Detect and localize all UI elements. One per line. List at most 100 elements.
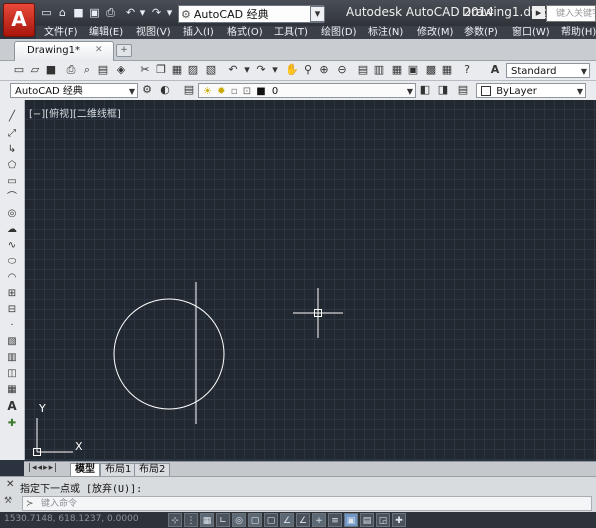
gradient-icon[interactable]: ▥ [5,351,19,364]
zoom-previous-icon[interactable]: ⊖ [335,63,349,77]
polar-tracking-icon[interactable]: ◎ [232,513,246,527]
snap-mode-icon[interactable]: ⋮ [184,513,198,527]
tool-palettes-icon[interactable]: ▦ [390,63,404,77]
dynamic-ucs-icon[interactable]: ∠ [296,513,310,527]
help-icon[interactable]: ? [460,63,474,77]
new-file-icon[interactable]: ▭ [12,63,26,77]
open-icon[interactable]: ⌂ [56,6,69,19]
layer-states-icon[interactable]: ▤ [456,83,470,97]
new-icon[interactable]: ▭ [40,6,53,19]
grid-display-icon[interactable]: ▦ [200,513,214,527]
command-input[interactable]: ≻ 键入命令 [22,496,592,511]
layer-previous-icon[interactable]: ◨ [436,83,450,97]
menu-tools[interactable]: 工具(T) [274,26,308,39]
menu-format[interactable]: 格式(O) [227,26,263,39]
plot-icon[interactable]: ⎙ [104,6,117,19]
publish-icon[interactable]: ▤ [96,63,110,77]
hatch-icon[interactable]: ▧ [5,335,19,348]
text-style-icon[interactable]: A [488,63,502,77]
zoom-realtime-icon[interactable]: ⚲ [301,63,315,77]
layer-select[interactable]: ☀ ✹ ▫ ⊡ ■ 0 ▼ [198,83,416,98]
markup-icon[interactable]: ▩ [424,63,438,77]
tab-layout2[interactable]: 布局2 [134,463,171,477]
tab-layout1[interactable]: 布局1 [100,463,137,477]
annotation-monitor-icon[interactable]: ✚ [392,513,406,527]
multiline-text-icon[interactable]: A [5,400,19,413]
undo-dropdown-icon[interactable]: ▾ [136,6,149,19]
customize-icon[interactable]: ⚒ [4,496,12,506]
tab-model[interactable]: 模型 [70,463,100,477]
coordinate-readout[interactable]: 1530.7148, 618.1237, 0.0000 [4,514,139,524]
close-tab-icon[interactable]: ✕ [95,45,103,55]
undo-list-icon[interactable]: ▾ [240,63,254,77]
save-as-icon[interactable]: ▣ [88,6,101,19]
redo-icon[interactable]: ↷ [150,6,163,19]
design-center-icon[interactable]: ▥ [372,63,386,77]
selection-cycling-icon[interactable]: ◲ [376,513,390,527]
dynamic-input-icon[interactable]: + [312,513,326,527]
properties-icon[interactable]: ▤ [356,63,370,77]
revision-cloud-icon[interactable]: ☁ [5,223,19,236]
open-file-icon[interactable]: ▱ [28,63,42,77]
construction-line-icon[interactable]: ⤢ [5,127,19,140]
3d-print-icon[interactable]: ◈ [114,63,128,77]
add-selected-icon[interactable]: ✚ [5,417,19,430]
object-snap-icon[interactable]: ▢ [248,513,262,527]
make-current-layer-icon[interactable]: ◧ [418,83,432,97]
layout-nav-arrows-icon[interactable]: |◂◂▸▸| [28,463,58,473]
menu-insert[interactable]: 插入(I) [183,26,214,39]
workspace-select[interactable]: AutoCAD 经典 ▼ [10,83,138,98]
transparency-icon[interactable]: ▣ [344,513,358,527]
plot-preview-icon[interactable]: ⌕ [80,63,94,77]
table-icon[interactable]: ▦ [5,383,19,396]
polyline-icon[interactable]: ↳ [5,143,19,156]
circle-icon[interactable]: ◎ [5,207,19,220]
layer-properties-icon[interactable]: ▤ [182,83,196,97]
file-tab-drawing1[interactable]: Drawing1* ✕ [14,41,114,61]
sheet-set-icon[interactable]: ▣ [406,63,420,77]
calculator-icon[interactable]: ▦ [440,63,454,77]
region-icon[interactable]: ◫ [5,367,19,380]
menu-modify[interactable]: 修改(M) [417,26,453,39]
polygon-icon[interactable]: ⬠ [5,159,19,172]
menu-dimension[interactable]: 标注(N) [368,26,403,39]
workspace-dropdown-arrow-icon[interactable]: ▾ [310,6,325,22]
print-icon[interactable]: ⎙ [64,63,78,77]
menu-parametric[interactable]: 参数(P) [464,26,498,39]
menu-view[interactable]: 视图(V) [136,26,171,39]
redo-list-icon[interactable]: ▾ [268,63,282,77]
workspace-settings-icon[interactable]: ⚙ [140,83,154,97]
new-tab-button[interactable]: + [116,44,132,57]
redo-dropdown-icon[interactable]: ▾ [163,6,176,19]
make-block-icon[interactable]: ⊟ [5,303,19,316]
infer-constraints-icon[interactable]: ⊹ [168,513,182,527]
match-properties-icon[interactable]: ▨ [186,63,200,77]
menu-edit[interactable]: 编辑(E) [89,26,123,39]
menu-window[interactable]: 窗口(W) [512,26,550,39]
lineweight-icon[interactable]: ≡ [328,513,342,527]
arc-icon[interactable]: ⌒ [5,191,19,204]
ellipse-icon[interactable]: ⬭ [5,255,19,268]
search-input[interactable]: 键入关键字或短语 [546,5,596,22]
color-select[interactable]: ByLayer ▼ [476,83,586,98]
block-editor-icon[interactable]: ▧ [204,63,218,77]
application-menu-button[interactable]: A [3,3,35,37]
line-icon[interactable]: ╱ [5,110,19,123]
ellipse-arc-icon[interactable]: ◠ [5,271,19,284]
workspace-dropdown[interactable]: ⚙ AutoCAD 经典 [178,5,324,23]
circle-entity[interactable] [113,298,225,410]
close-command-line-icon[interactable]: ✕ [6,479,14,490]
pan-icon[interactable]: ✋ [285,63,299,77]
text-style-select[interactable]: Standard ▼ [506,63,590,78]
spline-icon[interactable]: ∿ [5,239,19,252]
insert-block-icon[interactable]: ⊞ [5,287,19,300]
paste-icon[interactable]: ▦ [170,63,184,77]
copy-icon[interactable]: ❐ [154,63,168,77]
menu-help[interactable]: 帮助(H) [561,26,596,39]
save-icon[interactable]: ■ [72,6,85,19]
menu-draw[interactable]: 绘图(D) [321,26,357,39]
ortho-mode-icon[interactable]: ∟ [216,513,230,527]
rectangle-icon[interactable]: ▭ [5,175,19,188]
object-snap-tracking-icon[interactable]: ∠ [280,513,294,527]
cut-icon[interactable]: ✂ [138,63,152,77]
